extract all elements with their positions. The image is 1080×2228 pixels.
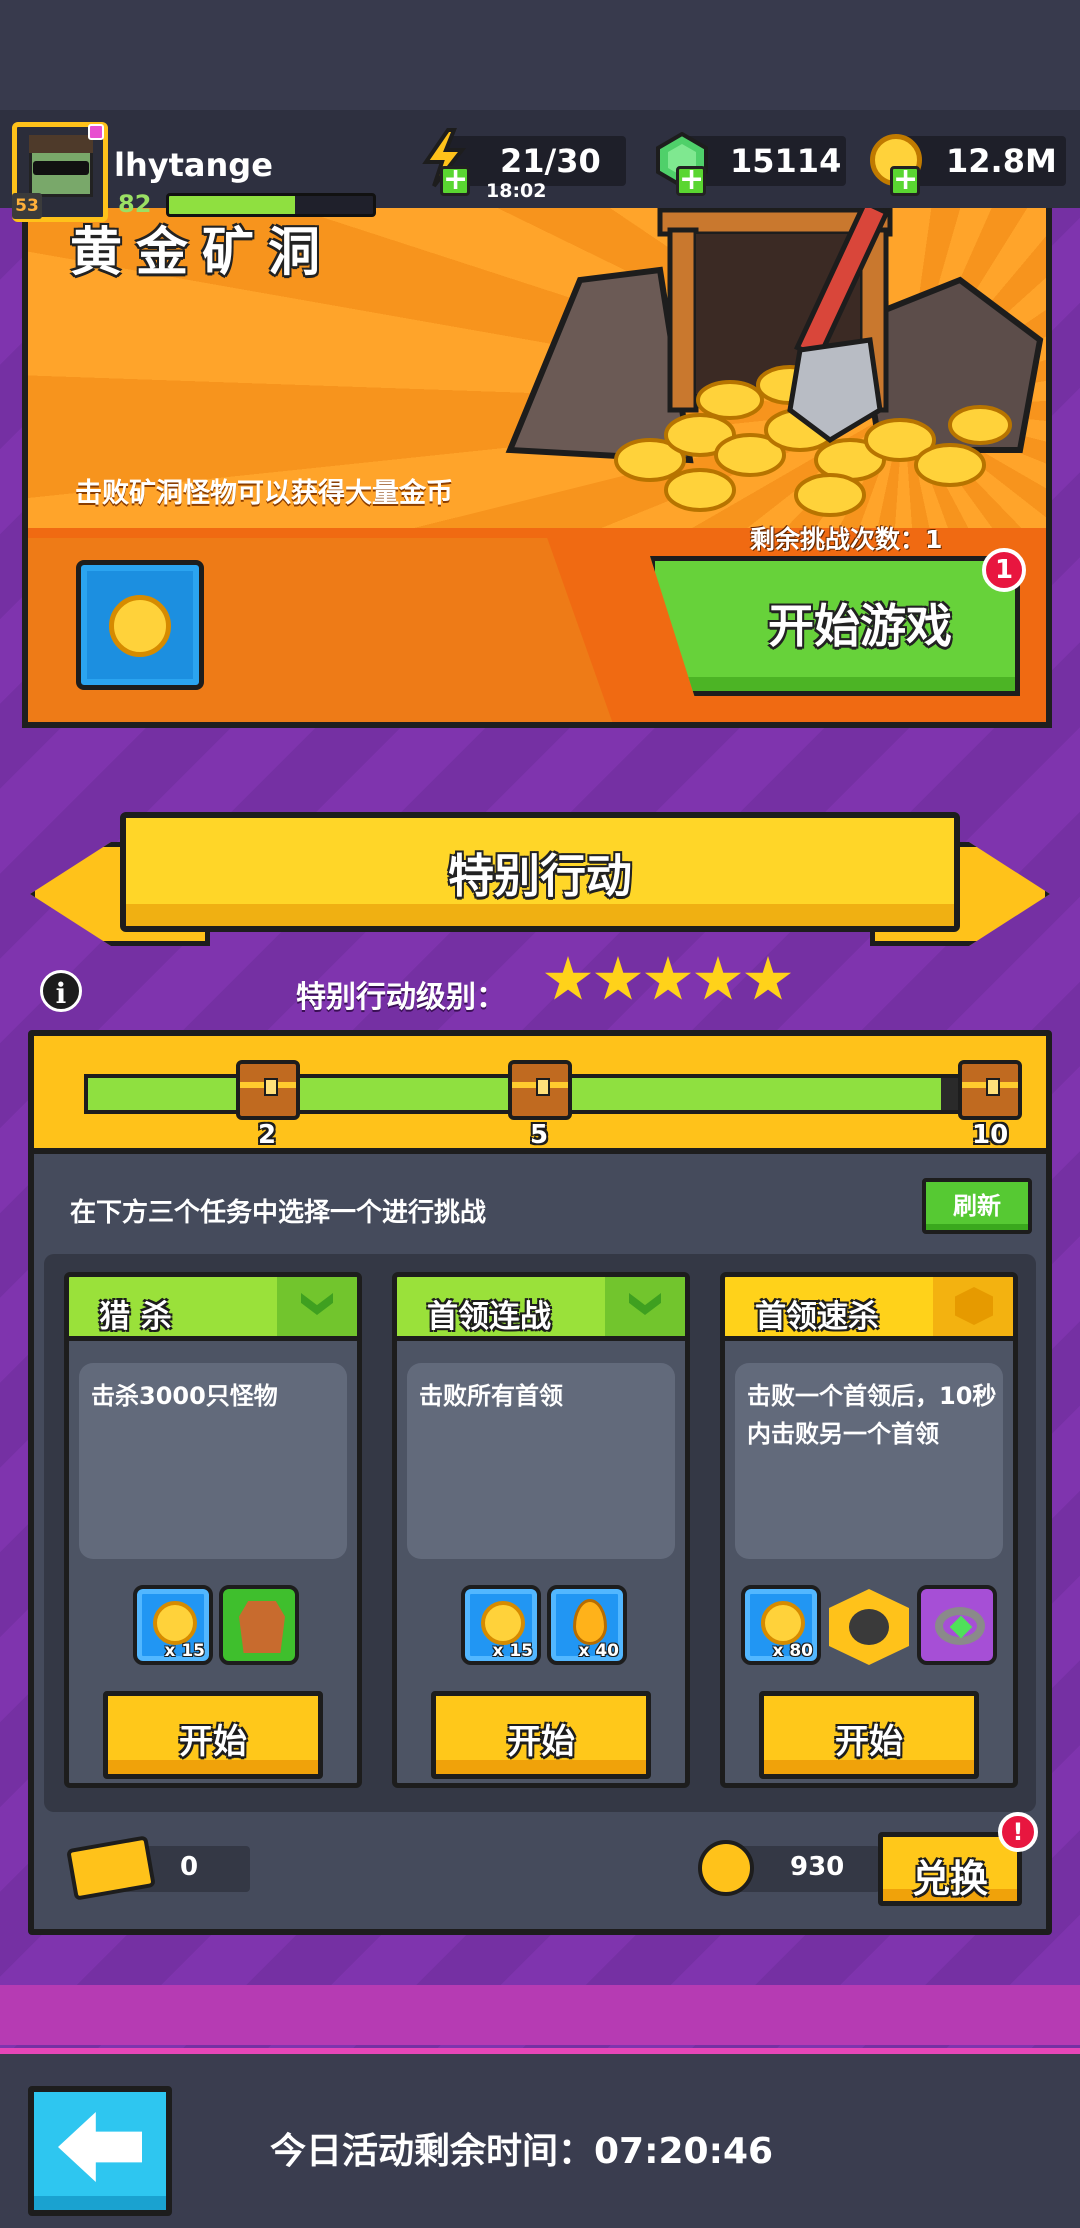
task-start-label: 开始 [179,1722,247,1762]
milestone-count: 10 [972,1120,1009,1150]
reward-ring[interactable] [917,1585,997,1665]
gold-coin-icon [109,595,171,657]
task-name: 首领连战 [427,1299,551,1335]
reward-hex-gear[interactable] [829,1585,909,1665]
milestone-count: 2 [258,1120,277,1150]
gold-mine-description: 击败矿洞怪物可以获得大量金币 [75,478,453,509]
add-gems-button[interactable]: + [676,165,706,196]
xp-bar [166,193,376,217]
token-count: 930 [790,1852,845,1882]
task-header: 首领速杀 [725,1277,1013,1341]
gold-token-icon [698,1840,754,1896]
reward-quantity: x 15 [492,1641,533,1661]
event-time-remaining: 今日活动剩余时间：07:20:46 [270,2131,774,2172]
task-card-boss-rush: 首领连战 击败所有首领 x 15 x 40 开始 [392,1272,690,1788]
milestone-chest-icon[interactable] [236,1060,300,1120]
refresh-button[interactable]: 刷新 [922,1178,1032,1234]
exchange-label: 兑换 [911,1857,988,1901]
task-difficulty-badge [933,1277,1013,1336]
gold-token-icon [761,1601,805,1645]
gold-value: 12.8M [946,142,1057,180]
add-energy-button[interactable]: + [440,165,470,196]
task-header: 猎 杀 [69,1277,357,1341]
background-band [0,1985,1080,2045]
gem-value: 15114 [730,142,842,180]
reward-quantity: x 15 [164,1641,205,1661]
start-game-label: 开始游戏 [768,599,952,653]
cube-icon [955,1287,993,1325]
task-difficulty-badge [605,1277,685,1336]
info-icon[interactable]: i [40,970,82,1012]
gold-mine-title: 黄金矿洞 [70,223,335,283]
reward-quantity: x 40 [578,1641,619,1661]
status-bar-area [0,0,1080,110]
task-start-button[interactable]: 开始 [759,1691,979,1779]
avatar-level: 53 [12,193,42,219]
choose-task-instructions: 在下方三个任务中选择一个进行挑战 [70,1198,487,1228]
special-action-level-label: 特别行动级别： [296,980,506,1015]
username: lhytange [114,146,273,184]
task-name: 猎 杀 [99,1299,172,1335]
gold-coin-reward-slot[interactable] [76,560,204,690]
energy-value: 21/30 [500,142,601,180]
ticket-count: 0 [180,1852,199,1882]
gold-token-icon [153,1601,197,1645]
reward-gold-token[interactable]: x 15 [461,1585,541,1665]
special-action-title: 特别行动 [448,849,632,903]
task-header: 首领连战 [397,1277,685,1341]
reward-gold-token[interactable]: x 80 [741,1585,821,1665]
task-description: 击杀3000只怪物 [91,1382,278,1410]
task-description: 击败所有首领 [419,1382,563,1410]
xp-bar-fill [169,196,296,214]
milestone-count: 5 [530,1120,549,1150]
armor-icon [239,1601,285,1653]
reward-quantity: x 80 [772,1641,813,1661]
task-name: 首领速杀 [755,1299,879,1335]
reward-armor[interactable] [219,1585,299,1665]
task-card-hunt: 猎 杀 击杀3000只怪物 x 15 开始 [64,1272,362,1788]
chevron-down-icon [629,1293,661,1315]
avatar-badge-icon [88,124,104,140]
energy-timer: 18:02 [486,180,547,202]
remaining-attempts: 剩余挑战次数：1 [750,525,943,554]
task-start-label: 开始 [507,1722,575,1762]
add-gold-button[interactable]: + [890,165,920,196]
task-start-label: 开始 [835,1722,903,1762]
task-difficulty-badge [277,1277,357,1336]
task-start-button[interactable]: 开始 [103,1691,323,1779]
task-start-button[interactable]: 开始 [431,1691,651,1779]
milestone-chest-icon[interactable] [508,1060,572,1120]
reward-gold-token[interactable]: x 15 [133,1585,213,1665]
fire-essence-icon [573,1599,607,1645]
reward-fire-essence[interactable]: x 40 [547,1585,627,1665]
gold-token-icon [481,1601,525,1645]
gold-mine-illustration [505,200,1044,517]
milestone-chest-icon[interactable] [958,1060,1022,1120]
player-level: 82 [118,190,152,218]
exchange-notification-badge: ! [998,1812,1038,1852]
task-description: 击败一个首领后，10秒内击败另一个首领 [747,1382,997,1448]
chevron-down-icon [301,1293,333,1315]
notification-badge: 1 [982,548,1026,592]
task-card-boss-speedkill: 首领速杀 击败一个首领后，10秒内击败另一个首领 x 80 开始 [720,1272,1018,1788]
